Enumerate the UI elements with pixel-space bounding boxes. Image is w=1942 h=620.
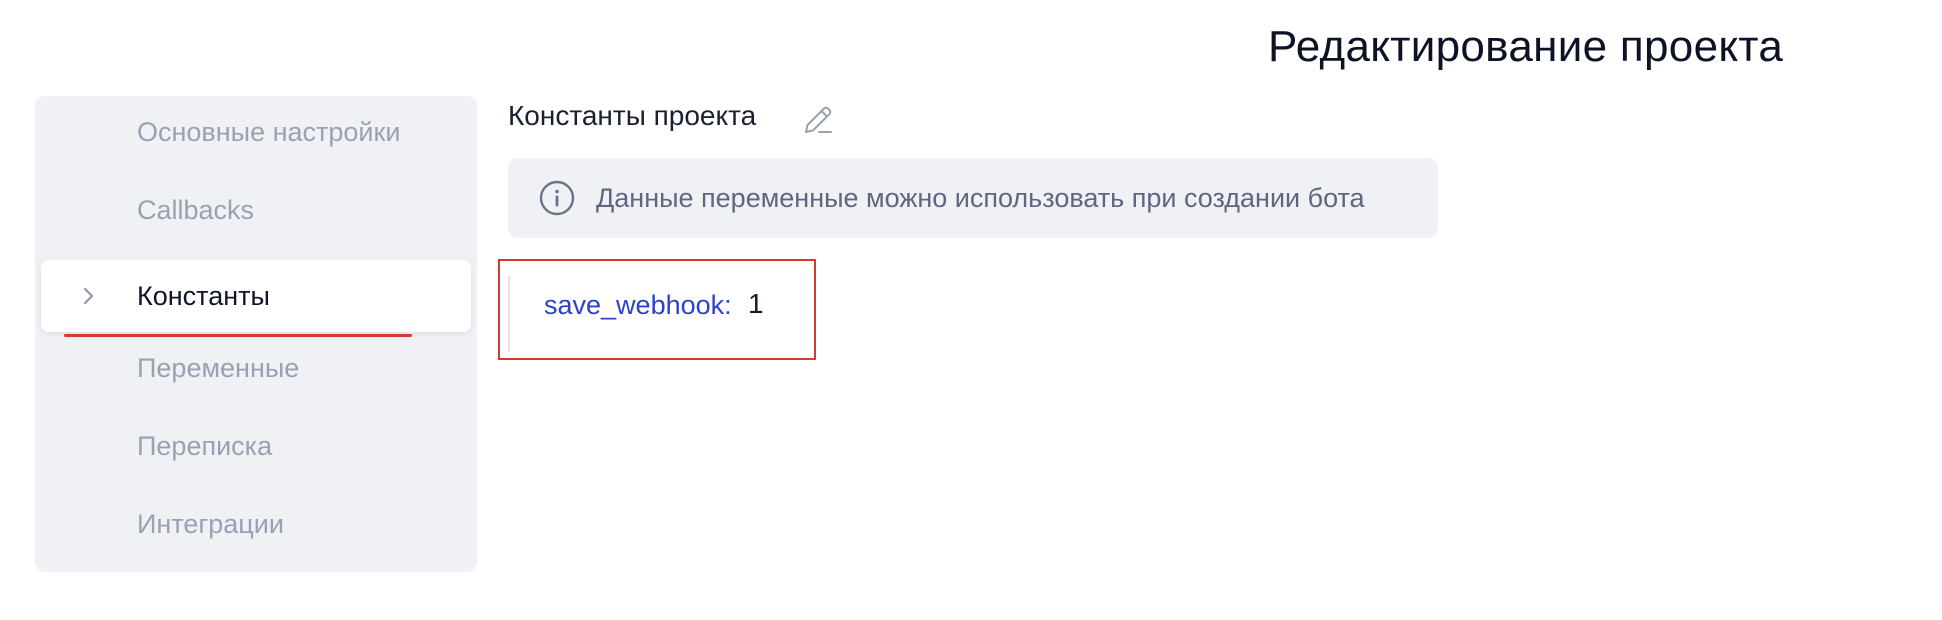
section-title: Константы проекта — [508, 100, 757, 131]
sidebar-item-callbacks[interactable]: Callbacks — [35, 174, 477, 246]
pencil-icon[interactable] — [798, 100, 838, 140]
info-text: Данные переменные можно использовать при… — [596, 183, 1365, 213]
info-box: Данные переменные можно использовать при… — [508, 158, 1438, 238]
sidebar-item-integrations[interactable]: Интеграции — [35, 488, 477, 560]
sidebar-item-label: Основные настройки — [137, 117, 401, 147]
sidebar-item-label: Константы — [137, 281, 270, 311]
page-title: Редактирование проекта — [1268, 22, 1784, 71]
sidebar-item-variables[interactable]: Переменные — [35, 332, 477, 404]
sidebar-item-main-settings[interactable]: Основные настройки — [35, 96, 477, 168]
project-edit-page: Редактирование проекта Основные настройк… — [0, 0, 1942, 620]
info-icon — [539, 180, 575, 216]
highlight-annotation-box — [498, 259, 816, 360]
sidebar-item-correspondence[interactable]: Переписка — [35, 410, 477, 482]
sidebar-item-constants[interactable]: Константы — [41, 260, 471, 332]
sidebar-item-label: Переписка — [137, 431, 273, 461]
active-item-underline — [64, 334, 412, 337]
chevron-right-icon — [84, 288, 93, 304]
sidebar-item-label: Интеграции — [137, 509, 284, 539]
sidebar-item-label: Callbacks — [137, 195, 255, 225]
sidebar-item-label: Переменные — [137, 353, 300, 383]
